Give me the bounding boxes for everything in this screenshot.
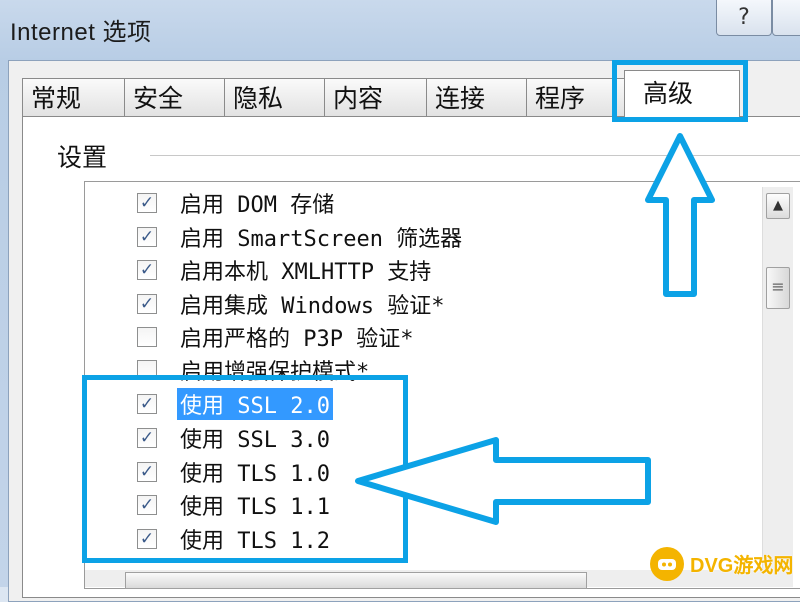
internet-options-window: Internet 选项 ? 常规 安全 隐私 内容 连接 程序 高级 设置 ✓ … (0, 0, 800, 602)
arrow-up-annotation (645, 133, 715, 297)
site-watermark: DVG游戏网 (650, 540, 800, 587)
watermark-text: DVG游戏网 (690, 555, 794, 577)
gamepad-icon (650, 546, 684, 581)
annotation-arrows (355, 133, 715, 525)
arrow-left-annotation (355, 437, 651, 525)
